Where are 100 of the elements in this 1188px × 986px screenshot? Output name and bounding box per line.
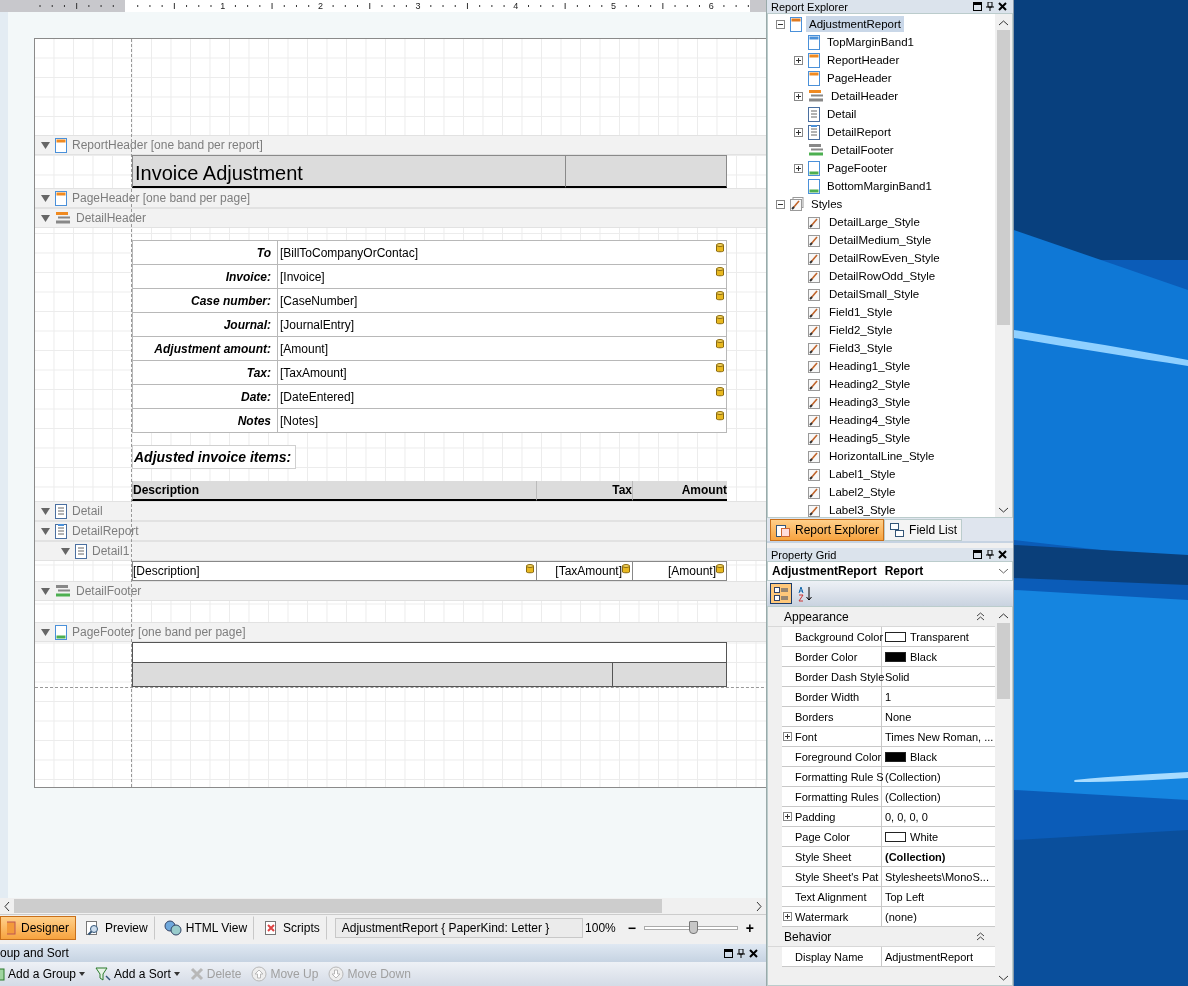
view-tab[interactable]: Scripts bbox=[256, 915, 327, 940]
property-value[interactable]: (Collection) bbox=[885, 770, 941, 783]
status-field: AdjustmentReport { PaperKind: Letter } bbox=[334, 917, 584, 938]
panel-tab[interactable]: Report Explorer bbox=[770, 519, 885, 541]
collapse-arrow-icon[interactable] bbox=[41, 628, 50, 636]
tree-item[interactable]: Heading2_Style bbox=[826, 376, 914, 392]
close-button[interactable] bbox=[747, 948, 760, 958]
collapse-icon[interactable] bbox=[776, 200, 785, 209]
property-value[interactable]: Transparent bbox=[910, 630, 969, 643]
property-value[interactable]: (Collection) bbox=[885, 850, 946, 863]
collapse-arrow-icon[interactable] bbox=[61, 547, 70, 555]
tree-item[interactable]: AdjustmentReport bbox=[806, 16, 905, 32]
collapse-icon[interactable] bbox=[976, 612, 985, 621]
property-value[interactable]: White bbox=[910, 830, 939, 843]
collapse-arrow-icon[interactable] bbox=[41, 507, 50, 515]
property-value[interactable]: Times New Roman, ... bbox=[885, 730, 994, 743]
view-tab[interactable]: Preview bbox=[78, 915, 155, 940]
expand-icon[interactable] bbox=[794, 56, 803, 65]
tree-item[interactable]: DetailSmall_Style bbox=[826, 286, 923, 302]
property-value[interactable]: Stylesheets\MonoS... bbox=[885, 870, 989, 883]
expand-icon[interactable] bbox=[794, 164, 803, 173]
tree-item[interactable]: BottomMarginBand1 bbox=[824, 178, 935, 194]
tree-item[interactable]: DetailRowOdd_Style bbox=[826, 268, 939, 284]
property-value[interactable]: 1 bbox=[885, 690, 892, 703]
tree-item[interactable]: Heading3_Style bbox=[826, 394, 914, 410]
toolbar-button[interactable]: Add a Sort bbox=[90, 967, 185, 981]
tree-item[interactable]: TopMarginBand1 bbox=[824, 34, 917, 50]
maximize-button[interactable] bbox=[722, 948, 735, 958]
scrollbar-thumb[interactable] bbox=[997, 623, 1010, 699]
object-selector[interactable]: AdjustmentReport Report bbox=[767, 561, 1013, 581]
tree-item[interactable]: HorizontalLine_Style bbox=[826, 448, 938, 464]
scroll-left-icon[interactable] bbox=[4, 901, 10, 911]
scroll-down-icon[interactable] bbox=[999, 507, 1008, 513]
property-name: Text Alignment bbox=[795, 890, 867, 903]
tree-item[interactable]: DetailLarge_Style bbox=[826, 214, 923, 230]
scroll-up-icon[interactable] bbox=[999, 613, 1008, 619]
expand-icon[interactable] bbox=[783, 912, 792, 921]
collapse-arrow-icon[interactable] bbox=[41, 194, 50, 202]
collapse-arrow-icon[interactable] bbox=[41, 214, 50, 222]
pin-button[interactable] bbox=[735, 948, 747, 958]
expand-icon[interactable] bbox=[783, 732, 792, 741]
tree-item[interactable]: ReportHeader bbox=[824, 52, 903, 68]
tree-item[interactable]: Label3_Style bbox=[826, 502, 899, 517]
tree-item[interactable]: Field3_Style bbox=[826, 340, 896, 356]
tree-item[interactable]: Label1_Style bbox=[826, 466, 899, 482]
property-value[interactable]: (none) bbox=[885, 910, 917, 923]
categorized-button[interactable] bbox=[770, 583, 792, 604]
view-tab[interactable]: HTML View bbox=[156, 915, 255, 940]
tree-item[interactable]: Heading4_Style bbox=[826, 412, 914, 428]
tree-item[interactable]: Field2_Style bbox=[826, 322, 896, 338]
collapse-icon[interactable] bbox=[976, 932, 985, 941]
tree-item[interactable]: DetailReport bbox=[824, 124, 894, 140]
tree-item[interactable]: PageHeader bbox=[824, 70, 895, 86]
tree-item[interactable]: Label2_Style bbox=[826, 484, 899, 500]
property-value[interactable]: AdjustmentReport bbox=[885, 950, 974, 963]
collapse-arrow-icon[interactable] bbox=[41, 527, 50, 535]
vertical-scrollbar[interactable] bbox=[995, 14, 1012, 517]
property-name: Border Width bbox=[795, 690, 860, 703]
property-value[interactable]: Black bbox=[910, 750, 937, 763]
tree-item[interactable]: DetailHeader bbox=[828, 88, 902, 104]
tree-item[interactable]: Detail bbox=[824, 106, 860, 122]
property-value[interactable]: Black bbox=[910, 650, 937, 663]
collapse-arrow-icon[interactable] bbox=[41, 141, 50, 149]
maximize-button[interactable] bbox=[971, 550, 984, 559]
expand-icon[interactable] bbox=[783, 812, 792, 821]
tree-item[interactable]: PageFooter bbox=[824, 160, 891, 176]
expand-icon[interactable] bbox=[794, 92, 803, 101]
tree-item[interactable]: DetailRowEven_Style bbox=[826, 250, 943, 266]
property-value[interactable]: None bbox=[885, 710, 912, 723]
collapse-icon[interactable] bbox=[776, 20, 785, 29]
property-value[interactable]: 0, 0, 0, 0 bbox=[885, 810, 928, 823]
scroll-down-icon[interactable] bbox=[999, 975, 1008, 981]
ruler-number: 4 bbox=[513, 1, 519, 11]
brush-icon bbox=[808, 395, 822, 409]
close-button[interactable] bbox=[996, 2, 1009, 11]
panel-tab[interactable]: Field List bbox=[884, 519, 963, 541]
scroll-up-icon[interactable] bbox=[999, 20, 1008, 26]
property-value[interactable]: (Collection) bbox=[885, 790, 941, 803]
vertical-scrollbar[interactable] bbox=[995, 607, 1012, 985]
tree-item[interactable]: Styles bbox=[808, 196, 846, 212]
tree-item[interactable]: DetailFooter bbox=[828, 142, 897, 158]
maximize-button[interactable] bbox=[971, 2, 984, 11]
close-button[interactable] bbox=[996, 550, 1009, 559]
tree-item[interactable]: Heading5_Style bbox=[826, 430, 914, 446]
tree-item[interactable]: Heading1_Style bbox=[826, 358, 914, 374]
tree-item[interactable]: DetailMedium_Style bbox=[826, 232, 935, 248]
scrollbar-thumb[interactable] bbox=[997, 30, 1010, 325]
zoom-out-button[interactable]: − bbox=[625, 919, 638, 936]
property-value[interactable]: Top Left bbox=[885, 890, 925, 903]
property-value[interactable]: Solid bbox=[885, 670, 910, 683]
expand-icon[interactable] bbox=[794, 128, 803, 137]
tree-item[interactable]: Field1_Style bbox=[826, 304, 896, 320]
zoom-in-button[interactable]: + bbox=[743, 919, 756, 936]
toolbar-button[interactable]: Add a Group bbox=[0, 967, 91, 981]
brush-icon bbox=[808, 359, 822, 373]
pin-button[interactable] bbox=[984, 550, 996, 559]
pin-button[interactable] bbox=[984, 2, 996, 11]
view-tab[interactable]: Designer bbox=[0, 915, 77, 940]
scroll-right-icon[interactable] bbox=[756, 901, 762, 911]
collapse-arrow-icon[interactable] bbox=[41, 587, 50, 595]
